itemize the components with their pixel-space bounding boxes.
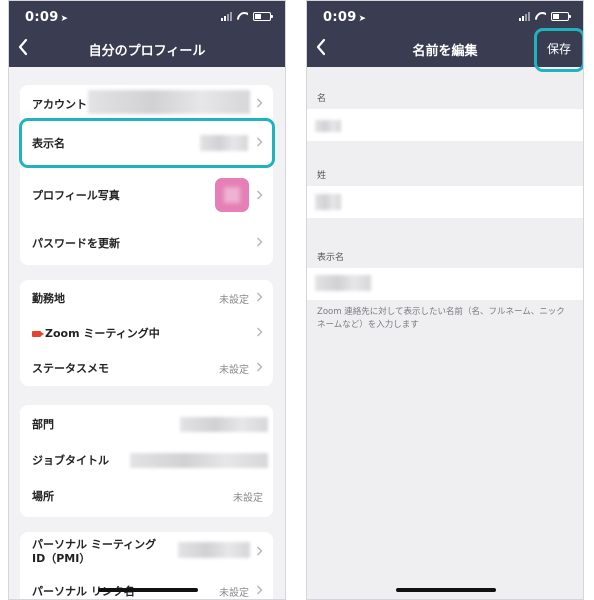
- profile-card-status: 勤務地 未設定 Zoom ミーティング中 ステータスメモ 未設定: [20, 280, 273, 386]
- row-department: 部門: [20, 406, 273, 442]
- status-time: 0:09 ➤: [323, 10, 366, 25]
- page-title: 名前を編集: [412, 44, 478, 59]
- first-name-label: 名: [317, 94, 327, 104]
- chevron-right-icon: [257, 98, 263, 108]
- status-memo-value: 未設定: [219, 365, 249, 376]
- work-location-value: 未設定: [219, 295, 249, 306]
- row-job-title: ジョブタイトル: [20, 442, 273, 478]
- job-title-label: ジョブタイトル: [32, 454, 109, 467]
- avatar: [215, 178, 249, 212]
- navigation-bar: 0:09 ➤ 名前を編集 保存: [307, 1, 583, 67]
- wifi-icon: [237, 12, 248, 21]
- display-name-label: 表示名: [317, 253, 345, 263]
- status-icons: [519, 12, 571, 21]
- wifi-icon: [535, 12, 546, 21]
- account-label: アカウント: [32, 98, 87, 111]
- last-name-label: 姓: [317, 171, 327, 181]
- last-name-field[interactable]: [307, 186, 583, 218]
- redacted-display-name: [200, 135, 248, 151]
- save-button[interactable]: 保存: [547, 40, 571, 57]
- row-profile-photo[interactable]: プロフィール写真: [20, 174, 273, 216]
- display-name-help-text: Zoom 連絡先に対して表示したい名前（名、フルネーム、ニックネームなど）を入力…: [317, 307, 565, 330]
- row-change-password[interactable]: パスワードを更新: [20, 225, 273, 261]
- chevron-right-icon: [257, 190, 263, 200]
- row-status-memo[interactable]: ステータスメモ 未設定: [20, 350, 273, 386]
- chevron-right-icon: [257, 137, 263, 147]
- signal-icon: [221, 12, 232, 21]
- chevron-right-icon: [257, 327, 263, 337]
- home-indicator: [98, 588, 198, 592]
- row-display-name[interactable]: 表示名: [20, 125, 273, 161]
- status-time-text: 0:09: [323, 10, 357, 25]
- profile-screen: 0:09 ➤ 自分のプロフィール アカウント 表示名 プロフィール写真 パスワー…: [8, 0, 286, 600]
- redacted-first-name: [315, 120, 341, 132]
- chevron-right-icon: [257, 292, 263, 302]
- display-name-field[interactable]: [307, 268, 583, 300]
- location-value: 未設定: [233, 493, 263, 504]
- row-account[interactable]: アカウント: [20, 86, 273, 122]
- battery-icon: [253, 12, 273, 21]
- chevron-right-icon: [257, 585, 263, 595]
- chevron-right-icon: [257, 362, 263, 372]
- edit-name-screen: 0:09 ➤ 名前を編集 保存 名 姓 表示名 Zoom 連絡先に対して表示したい…: [306, 0, 584, 600]
- profile-photo-label: プロフィール写真: [32, 189, 120, 202]
- redacted-pmi: [178, 542, 250, 558]
- signal-icon: [519, 12, 530, 21]
- zoom-meeting-label: Zoom ミーティング中: [32, 325, 160, 341]
- video-camera-icon: [32, 331, 44, 337]
- zoom-meeting-text: Zoom ミーティング中: [45, 327, 160, 340]
- status-time: 0:09 ➤: [25, 10, 68, 25]
- location-arrow-icon: ➤: [60, 14, 69, 24]
- pmi-label: パーソナル ミーティング ID（PMI）: [32, 538, 156, 566]
- status-time-text: 0:09: [25, 10, 59, 25]
- redacted-account-value: [88, 90, 250, 114]
- row-zoom-meeting[interactable]: Zoom ミーティング中: [20, 315, 273, 351]
- department-label: 部門: [32, 418, 54, 431]
- row-pmi[interactable]: パーソナル ミーティング ID（PMI）: [20, 532, 273, 570]
- navigation-bar: 0:09 ➤ 自分のプロフィール: [9, 1, 285, 67]
- row-work-location[interactable]: 勤務地 未設定: [20, 280, 273, 316]
- redacted-last-name: [315, 194, 341, 210]
- change-password-label: パスワードを更新: [32, 237, 120, 250]
- status-icons: [221, 12, 273, 21]
- work-location-label: 勤務地: [32, 292, 65, 305]
- redacted-department: [180, 417, 268, 432]
- first-name-field[interactable]: [307, 109, 583, 141]
- chevron-right-icon: [257, 546, 263, 556]
- pmi-label-line2: ID（PMI）: [32, 552, 91, 565]
- pmi-label-line1: パーソナル ミーティング: [32, 538, 157, 551]
- redacted-job-title: [130, 453, 268, 468]
- profile-card-work: 部門 ジョブタイトル 場所 未設定: [20, 405, 273, 517]
- page-title: 自分のプロフィール: [88, 44, 206, 59]
- home-indicator: [396, 588, 496, 592]
- row-location: 場所 未設定: [20, 478, 273, 514]
- redacted-display-name: [315, 275, 371, 291]
- battery-icon: [551, 12, 571, 21]
- location-label: 場所: [32, 490, 54, 503]
- profile-card-basic: アカウント 表示名 プロフィール写真 パスワードを更新: [20, 85, 273, 265]
- personal-link-value: 未設定: [219, 588, 249, 599]
- chevron-right-icon: [257, 237, 263, 247]
- display-name-label: 表示名: [32, 137, 65, 150]
- location-arrow-icon: ➤: [358, 14, 367, 24]
- status-memo-label: ステータスメモ: [32, 362, 109, 375]
